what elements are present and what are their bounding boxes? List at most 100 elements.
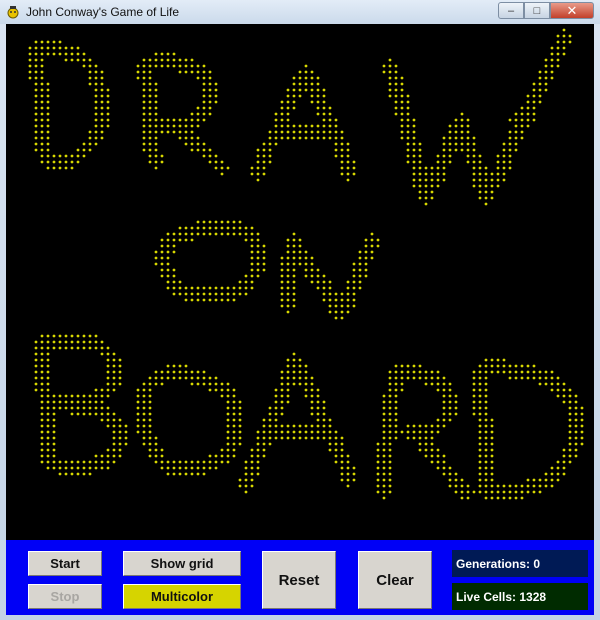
live-cell[interactable]	[334, 436, 338, 440]
live-cell[interactable]	[154, 262, 158, 266]
live-cell[interactable]	[454, 484, 458, 488]
live-cell[interactable]	[226, 166, 230, 170]
live-cell[interactable]	[388, 394, 392, 398]
live-cell[interactable]	[160, 154, 164, 158]
live-cell[interactable]	[406, 100, 410, 104]
live-cell[interactable]	[442, 376, 446, 380]
live-cell[interactable]	[112, 448, 116, 452]
live-cell[interactable]	[448, 160, 452, 164]
live-cell[interactable]	[52, 424, 56, 428]
live-cell[interactable]	[490, 442, 494, 446]
live-cell[interactable]	[226, 394, 230, 398]
live-cell[interactable]	[100, 460, 104, 464]
live-cell[interactable]	[256, 448, 260, 452]
live-cell[interactable]	[244, 460, 248, 464]
live-cell[interactable]	[412, 436, 416, 440]
live-cell[interactable]	[484, 172, 488, 176]
live-cell[interactable]	[502, 142, 506, 146]
live-cell[interactable]	[388, 406, 392, 410]
live-cell[interactable]	[178, 460, 182, 464]
live-cell[interactable]	[466, 148, 470, 152]
live-cell[interactable]	[64, 166, 68, 170]
live-cell[interactable]	[412, 430, 416, 434]
live-cell[interactable]	[544, 82, 548, 86]
live-cell[interactable]	[202, 298, 206, 302]
live-cell[interactable]	[322, 94, 326, 98]
live-cell[interactable]	[316, 112, 320, 116]
live-cell[interactable]	[160, 58, 164, 62]
live-cell[interactable]	[574, 424, 578, 428]
live-cell[interactable]	[106, 448, 110, 452]
live-cell[interactable]	[94, 70, 98, 74]
live-cell[interactable]	[178, 286, 182, 290]
live-cell[interactable]	[184, 298, 188, 302]
live-cell[interactable]	[388, 418, 392, 422]
live-cell[interactable]	[262, 436, 266, 440]
live-cell[interactable]	[454, 490, 458, 494]
live-cell[interactable]	[448, 472, 452, 476]
live-cell[interactable]	[46, 412, 50, 416]
live-cell[interactable]	[154, 448, 158, 452]
live-cell[interactable]	[256, 442, 260, 446]
live-cell[interactable]	[358, 262, 362, 266]
live-cell[interactable]	[46, 130, 50, 134]
live-cell[interactable]	[166, 64, 170, 68]
live-cell[interactable]	[262, 166, 266, 170]
live-cell[interactable]	[274, 130, 278, 134]
live-cell[interactable]	[40, 376, 44, 380]
live-cell[interactable]	[346, 286, 350, 290]
live-cell[interactable]	[478, 490, 482, 494]
live-cell[interactable]	[46, 112, 50, 116]
live-cell[interactable]	[148, 424, 152, 428]
live-cell[interactable]	[244, 466, 248, 470]
live-cell[interactable]	[574, 442, 578, 446]
live-cell[interactable]	[526, 106, 530, 110]
live-cell[interactable]	[94, 388, 98, 392]
live-cell[interactable]	[538, 88, 542, 92]
live-cell[interactable]	[388, 388, 392, 392]
live-cell[interactable]	[514, 130, 518, 134]
live-cell[interactable]	[94, 412, 98, 416]
live-cell[interactable]	[340, 172, 344, 176]
live-cell[interactable]	[550, 484, 554, 488]
live-cell[interactable]	[418, 166, 422, 170]
live-cell[interactable]	[424, 454, 428, 458]
live-cell[interactable]	[430, 184, 434, 188]
live-cell[interactable]	[46, 94, 50, 98]
live-cell[interactable]	[472, 166, 476, 170]
live-cell[interactable]	[292, 298, 296, 302]
live-cell[interactable]	[190, 70, 194, 74]
live-cell[interactable]	[190, 370, 194, 374]
live-cell[interactable]	[340, 448, 344, 452]
live-cell[interactable]	[166, 52, 170, 56]
live-cell[interactable]	[448, 406, 452, 410]
live-cell[interactable]	[160, 238, 164, 242]
live-cell[interactable]	[148, 58, 152, 62]
live-cell[interactable]	[28, 70, 32, 74]
live-cell[interactable]	[322, 400, 326, 404]
live-cell[interactable]	[46, 160, 50, 164]
live-cell[interactable]	[574, 418, 578, 422]
live-cell[interactable]	[154, 382, 158, 386]
live-cell[interactable]	[340, 136, 344, 140]
live-cell[interactable]	[274, 418, 278, 422]
live-cell[interactable]	[274, 406, 278, 410]
live-cell[interactable]	[220, 382, 224, 386]
live-cell[interactable]	[208, 154, 212, 158]
live-cell[interactable]	[544, 76, 548, 80]
live-cell[interactable]	[226, 382, 230, 386]
live-cell[interactable]	[202, 370, 206, 374]
live-cell[interactable]	[40, 346, 44, 350]
live-cell[interactable]	[502, 166, 506, 170]
live-cell[interactable]	[238, 484, 242, 488]
live-cell[interactable]	[274, 112, 278, 116]
live-cell[interactable]	[220, 160, 224, 164]
live-cell[interactable]	[394, 394, 398, 398]
live-cell[interactable]	[142, 400, 146, 404]
live-cell[interactable]	[508, 142, 512, 146]
live-cell[interactable]	[322, 286, 326, 290]
live-cell[interactable]	[292, 250, 296, 254]
live-cell[interactable]	[310, 388, 314, 392]
live-cell[interactable]	[346, 460, 350, 464]
live-cell[interactable]	[154, 106, 158, 110]
